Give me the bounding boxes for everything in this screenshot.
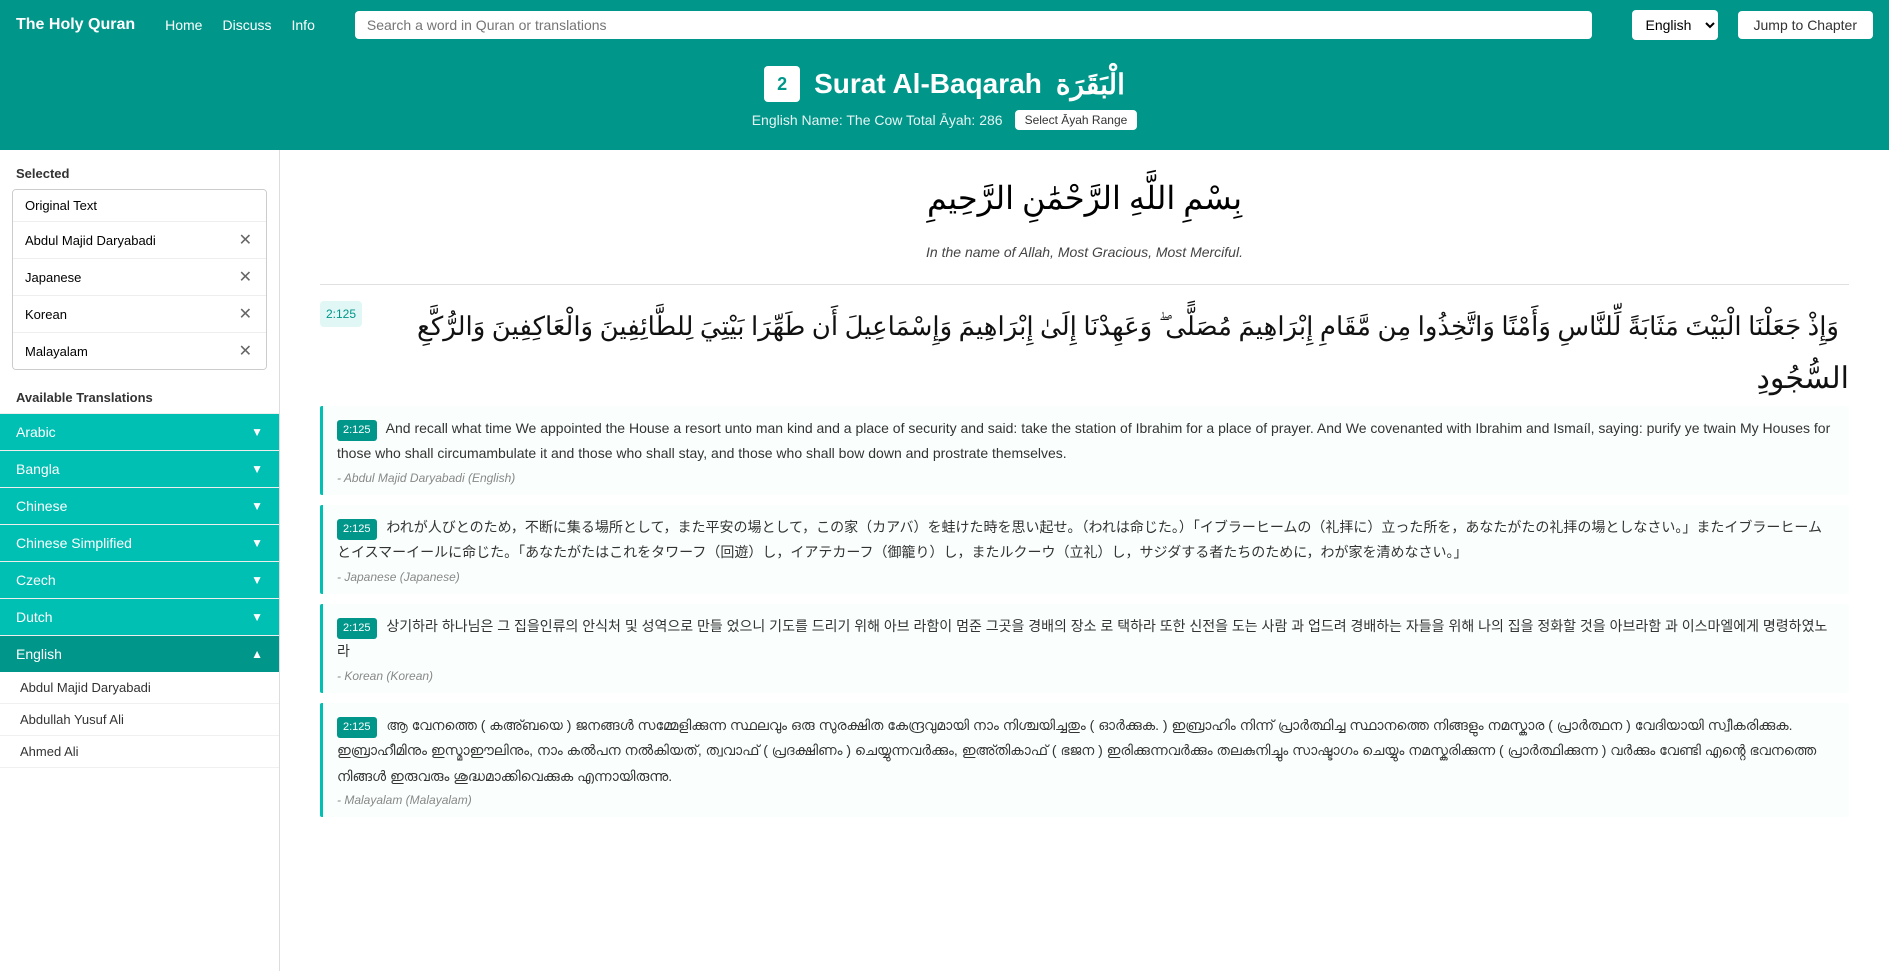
chevron-down-icon: ▼ [251, 610, 263, 624]
remove-button[interactable]: ✕ [237, 267, 254, 287]
chevron-down-icon: ▼ [251, 425, 263, 439]
surah-arabic-name: الْبَقَرَة [1056, 68, 1125, 101]
selected-item: Japanese ✕ [13, 259, 266, 296]
brand-title: The Holy Quran [16, 16, 135, 34]
main-layout: Selected Original Text Abdul Majid Darya… [0, 150, 1889, 971]
translation-block-malayalam: 2:125 ആ വേനത്തെ ( കഅ്ബയെ ) ജനങ്ങൾ സമ്മേള… [320, 703, 1849, 817]
translation-sub-item[interactable]: Abdullah Yusuf Ali [0, 704, 279, 736]
translation-group-english: English ▲ Abdul Majid Daryabadi Abdullah… [0, 635, 279, 768]
search-input[interactable] [355, 11, 1592, 39]
nav-discuss[interactable]: Discuss [222, 17, 271, 33]
translation-group-chinese-label: Chinese [16, 498, 67, 514]
selected-item: Abdul Majid Daryabadi ✕ [13, 222, 266, 259]
jump-to-chapter-button[interactable]: Jump to Chapter [1738, 11, 1874, 39]
verse-ref-badge: 2:125 [337, 717, 377, 739]
translation-text: 2:125 And recall what time We appointed … [337, 416, 1835, 467]
chevron-down-icon: ▼ [251, 462, 263, 476]
translation-text: 2:125 ആ വേനത്തെ ( കഅ്ബയെ ) ജനങ്ങൾ സമ്മേള… [337, 713, 1835, 789]
translation-sub-item[interactable]: Ahmed Ali [0, 736, 279, 768]
chevron-down-icon: ▼ [251, 573, 263, 587]
translation-source: - Malayalam (Malayalam) [337, 793, 1835, 807]
translation-group-bangla-header[interactable]: Bangla ▼ [0, 451, 279, 487]
selected-section-title: Selected [0, 166, 279, 189]
verse-ref-badge: 2:125 [337, 519, 377, 541]
translation-sub-item[interactable]: Abdul Majid Daryabadi [0, 672, 279, 704]
english-sub-items: Abdul Majid Daryabadi Abdullah Yusuf Ali… [0, 672, 279, 768]
selected-item: Korean ✕ [13, 296, 266, 333]
surah-meta: English Name: The Cow Total Āyah: 286 Se… [0, 110, 1889, 130]
selected-item-label: Korean [25, 307, 67, 322]
search-wrap [355, 11, 1592, 39]
sidebar: Selected Original Text Abdul Majid Darya… [0, 150, 280, 971]
nav-home[interactable]: Home [165, 17, 202, 33]
translation-group-bangla: Bangla ▼ [0, 450, 279, 487]
translation-group-bangla-label: Bangla [16, 461, 60, 477]
verse-number-badge: 2:125 [320, 301, 362, 327]
surah-meta-text: English Name: The Cow Total Āyah: 286 [752, 112, 1003, 128]
translation-text: 2:125 상기하라 하나님은 그 집을인류의 안식처 및 성역으로 만들 었으… [337, 614, 1835, 665]
translation-group-dutch-header[interactable]: Dutch ▼ [0, 599, 279, 635]
verse-block: 2:125 وَإِذْ جَعَلْنَا الْبَيْتَ مَثَابَ… [320, 284, 1849, 833]
selected-list: Original Text Abdul Majid Daryabadi ✕ Ja… [12, 189, 267, 370]
chevron-down-icon: ▼ [251, 499, 263, 513]
translation-group-chinese-simplified-header[interactable]: Chinese Simplified ▼ [0, 525, 279, 561]
translation-group-arabic: Arabic ▼ [0, 413, 279, 450]
nav-info[interactable]: Info [292, 17, 315, 33]
selected-item: Malayalam ✕ [13, 333, 266, 369]
verse-arabic-text: 2:125 وَإِذْ جَعَلْنَا الْبَيْتَ مَثَابَ… [320, 301, 1849, 353]
translation-group-czech-header[interactable]: Czech ▼ [0, 562, 279, 598]
verse-ref-badge: 2:125 [337, 420, 377, 442]
translation-group-chinese-simplified-label: Chinese Simplified [16, 535, 132, 551]
verse-ref-badge: 2:125 [337, 618, 377, 640]
translation-group-chinese-header[interactable]: Chinese ▼ [0, 488, 279, 524]
bismillah-translation: In the name of Allah, Most Gracious, Mos… [320, 244, 1849, 260]
translation-group-dutch-label: Dutch [16, 609, 53, 625]
top-navigation: The Holy Quran Home Discuss Info English… [0, 0, 1889, 50]
selected-item-label: Original Text [25, 198, 97, 213]
main-content: بِسْمِ اللَّهِ الرَّحْمَٰنِ الرَّحِيمِ I… [280, 150, 1889, 971]
selected-item: Original Text [13, 190, 266, 222]
bismillah-arabic: بِسْمِ اللَّهِ الرَّحْمَٰنِ الرَّحِيمِ [320, 170, 1849, 228]
remove-button[interactable]: ✕ [237, 304, 254, 324]
verse-arabic-continuation: السُّجُودِ [320, 361, 1849, 396]
translation-block-english: 2:125 And recall what time We appointed … [320, 406, 1849, 495]
chevron-down-icon: ▼ [251, 536, 263, 550]
chevron-up-icon: ▲ [251, 647, 263, 661]
translation-group-english-label: English [16, 646, 62, 662]
selected-item-label: Malayalam [25, 344, 88, 359]
available-translations-title: Available Translations [0, 382, 279, 413]
translation-group-english-header[interactable]: English ▲ [0, 636, 279, 672]
translation-group-chinese-simplified: Chinese Simplified ▼ [0, 524, 279, 561]
translation-block-korean: 2:125 상기하라 하나님은 그 집을인류의 안식처 및 성역으로 만들 었으… [320, 604, 1849, 693]
translation-group-dutch: Dutch ▼ [0, 598, 279, 635]
remove-button[interactable]: ✕ [237, 230, 254, 250]
translation-group-chinese: Chinese ▼ [0, 487, 279, 524]
translation-block-japanese: 2:125 われが人びとのため，不断に集る場所として，また平安の場として，この家… [320, 505, 1849, 594]
translation-text: 2:125 われが人びとのため，不断に集る場所として，また平安の場として，この家… [337, 515, 1835, 566]
selected-item-label: Abdul Majid Daryabadi [25, 233, 156, 248]
ayah-range-button[interactable]: Select Āyah Range [1015, 110, 1138, 130]
surah-header: 2 Surat Al-Baqarah الْبَقَرَة English Na… [0, 50, 1889, 150]
surah-number: 2 [764, 66, 800, 102]
translation-source: - Japanese (Japanese) [337, 570, 1835, 584]
translation-source: - Korean (Korean) [337, 669, 1835, 683]
translation-group-arabic-header[interactable]: Arabic ▼ [0, 414, 279, 450]
translation-group-arabic-label: Arabic [16, 424, 56, 440]
surah-name: Surat Al-Baqarah [814, 68, 1042, 100]
surah-title: 2 Surat Al-Baqarah الْبَقَرَة [0, 66, 1889, 102]
selected-item-label: Japanese [25, 270, 81, 285]
translation-source: - Abdul Majid Daryabadi (English) [337, 471, 1835, 485]
translation-group-czech-label: Czech [16, 572, 56, 588]
language-select[interactable]: English [1632, 10, 1718, 40]
translation-group-czech: Czech ▼ [0, 561, 279, 598]
remove-button[interactable]: ✕ [237, 341, 254, 361]
